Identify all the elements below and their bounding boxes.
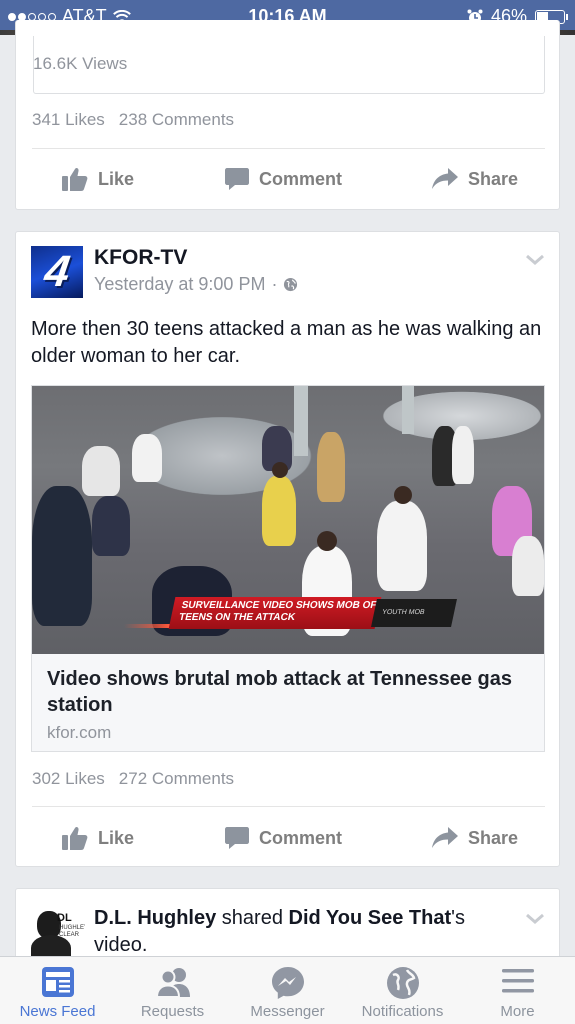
tab-requests[interactable]: Requests xyxy=(115,957,230,1024)
chevron-down-icon[interactable] xyxy=(525,254,545,266)
video-figure xyxy=(512,536,544,596)
post-card-previous: 16.6K Views 341 Likes 238 Comments Like C… xyxy=(15,20,560,210)
share-arrow-icon xyxy=(432,168,458,189)
post-timestamp[interactable]: Yesterday at 9:00 PM xyxy=(94,274,265,295)
news-banner: SURVEILLANCE VIDEO SHOWS MOB OF TEENS ON… xyxy=(168,597,382,629)
video-figure-head xyxy=(394,486,412,504)
thumbs-up-icon xyxy=(62,167,88,191)
video-figure-head xyxy=(272,462,288,478)
comment-button[interactable]: Comment xyxy=(225,159,342,199)
post-card-kfor: 4 KFOR-TV Yesterday at 9:00 PM · More th… xyxy=(15,231,560,867)
comments-count[interactable]: 238 Comments xyxy=(119,110,234,129)
likes-count[interactable]: 302 Likes xyxy=(32,769,105,788)
tab-label: Notifications xyxy=(361,1003,444,1020)
share-label: Share xyxy=(468,168,519,189)
messenger-icon xyxy=(272,967,304,999)
like-label: Like xyxy=(98,168,135,189)
link-title[interactable]: Video shows brutal mob attack at Tenness… xyxy=(47,666,527,718)
divider xyxy=(32,806,545,807)
comment-icon xyxy=(225,168,249,190)
share-button[interactable]: Share xyxy=(432,818,518,858)
page-avatar[interactable]: 4 xyxy=(31,246,83,298)
tab-label: Messenger xyxy=(250,1003,325,1020)
gas-pump-pillar xyxy=(402,386,414,434)
link-domain: kfor.com xyxy=(47,723,112,742)
comment-button[interactable]: Comment xyxy=(225,818,342,858)
link-info[interactable]: Video shows brutal mob attack at Tenness… xyxy=(32,654,544,751)
tab-more[interactable]: More xyxy=(460,957,575,1024)
share-label: Share xyxy=(468,827,519,848)
tab-label: News Feed xyxy=(19,1003,96,1020)
shared-story-text: D.L. Hughley shared Did You See That's v… xyxy=(94,905,514,959)
menu-icon xyxy=(502,969,534,993)
video-figure xyxy=(92,496,130,556)
video-figure xyxy=(452,426,474,484)
post-meta: Yesterday at 9:00 PM · xyxy=(94,274,298,295)
video-figure xyxy=(32,486,92,626)
reaction-counts: 302 Likes 272 Comments xyxy=(32,769,234,789)
reaction-counts: 341 Likes 238 Comments xyxy=(32,110,234,130)
post-author[interactable]: KFOR-TV xyxy=(94,246,187,270)
comments-count[interactable]: 272 Comments xyxy=(119,769,234,788)
chevron-down-icon[interactable] xyxy=(525,913,545,925)
share-button[interactable]: Share xyxy=(432,159,518,199)
meta-separator: · xyxy=(271,274,278,294)
action-bar: Like Comment Share xyxy=(16,818,561,858)
link-preview[interactable]: SURVEILLANCE VIDEO SHOWS MOB OF TEENS ON… xyxy=(31,385,545,752)
bottom-tab-bar: News Feed Requests Messenger Notificatio… xyxy=(0,956,575,1024)
action-bar: Like Comment Share xyxy=(16,159,561,199)
profile-avatar[interactable]: DL HUGHLEY CLEAR xyxy=(31,907,85,957)
post-text: More then 30 teens attacked a man as he … xyxy=(31,318,542,367)
video-figure-head xyxy=(317,531,337,551)
divider xyxy=(32,148,545,149)
video-figure xyxy=(377,501,427,591)
share-arrow-icon xyxy=(432,827,458,848)
news-banner-tag: YOUTH MOB xyxy=(371,599,457,627)
video-figure xyxy=(317,432,345,502)
video-figure xyxy=(132,434,162,482)
likes-count[interactable]: 341 Likes xyxy=(32,110,105,129)
tab-label: More xyxy=(500,1003,535,1020)
video-figure xyxy=(82,446,120,496)
shared-page-name[interactable]: Did You See That xyxy=(289,907,452,929)
like-button[interactable]: Like xyxy=(62,159,134,199)
comment-label: Comment xyxy=(259,168,343,189)
like-label: Like xyxy=(98,827,135,848)
friend-requests-icon xyxy=(156,968,190,998)
tab-notifications[interactable]: Notifications xyxy=(345,957,460,1024)
avatar-logo-4: 4 xyxy=(41,247,73,296)
tab-news-feed[interactable]: News Feed xyxy=(0,957,115,1024)
comment-label: Comment xyxy=(259,827,343,848)
globe-privacy-icon xyxy=(284,277,298,292)
tab-messenger[interactable]: Messenger xyxy=(230,957,345,1024)
views-count: 16.6K Views xyxy=(33,54,128,73)
video-figure xyxy=(262,476,296,546)
thumbs-up-icon xyxy=(62,826,88,850)
tab-label: Requests xyxy=(140,1003,205,1020)
post-author[interactable]: D.L. Hughley xyxy=(94,907,216,929)
avatar-logo-text: DL xyxy=(57,912,72,924)
video-thumbnail[interactable]: SURVEILLANCE VIDEO SHOWS MOB OF TEENS ON… xyxy=(32,386,544,654)
like-button[interactable]: Like xyxy=(62,818,134,858)
comment-icon xyxy=(225,827,249,849)
shared-verb: shared xyxy=(221,907,283,929)
news-feed-icon xyxy=(42,967,74,997)
gas-pump-pillar xyxy=(294,386,308,456)
avatar-logo-subtext: HUGHLEY CLEAR xyxy=(59,925,85,938)
globe-icon xyxy=(387,967,419,999)
